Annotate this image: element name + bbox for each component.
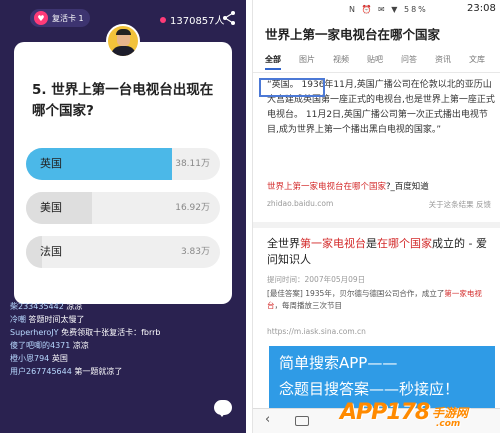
viewer-count-label: 1370857人 [170, 16, 225, 27]
divider [253, 222, 500, 228]
ad-line-2: 念题目搜答案——秒接应！ [279, 380, 460, 398]
chat-bubble-icon[interactable] [214, 400, 232, 417]
answer-option-2-label: 美国 [40, 201, 62, 214]
chat-message: SuperheroJY 免费领取十张复活卡：fbrrb [10, 328, 161, 337]
question-text: 5. 世界上第一台电视台出现在哪个国家? [32, 82, 214, 119]
answer-option-1[interactable]: 英国 38.11万 [26, 148, 220, 180]
chat-message: 用户267745644 第一题就凉了 [10, 367, 123, 376]
tab-images[interactable]: 图片 [299, 54, 315, 65]
search-app-screen: N ⏰ ✉ ▼ 58% 23:08 世界上第一家电视台在哪个国家 全部 图片 视… [252, 0, 500, 433]
watermark-main: APP178 [340, 400, 430, 425]
answer-option-3-count: 3.83万 [180, 247, 210, 257]
status-bar: N ⏰ ✉ ▼ 58% 23:08 [253, 0, 500, 20]
result-1-actions[interactable]: 关于这条结果 反馈 [429, 199, 491, 210]
chat-message: 橙小恩794 英国 [10, 354, 68, 363]
answer-highlight-box [259, 78, 325, 97]
tab-all[interactable]: 全部 [265, 54, 281, 70]
tab-tieba[interactable]: 贴吧 [367, 54, 383, 65]
status-icons: N ⏰ ✉ ▼ 58% [349, 5, 428, 14]
answer-option-3[interactable]: 法国 3.83万 [26, 236, 220, 268]
answer-option-2-count: 16.92万 [175, 203, 210, 213]
result-1-meta: zhidao.baidu.com 关于这条结果 反馈 [267, 199, 495, 210]
result-1-title[interactable]: 世界上第一家电视台在哪个国家?_百度知道 [267, 180, 429, 192]
share-icon[interactable] [221, 10, 237, 26]
chat-message: 柴233435442 凉凉 [10, 302, 83, 311]
watermark-domain: .com [436, 419, 461, 429]
watermark-logo: APP178 手游网 .com [340, 398, 500, 433]
tab-news[interactable]: 资讯 [435, 54, 451, 65]
revive-card-badge[interactable]: ♥ 复活卡 1 [30, 9, 90, 27]
live-chat: 柴233435442 凉凉 冷嘲 答题时间太慢了 SuperheroJY 免费领… [10, 300, 240, 378]
quiz-app-screen: ♥ 复活卡 1 1370857人 5. 世界上第一台电视台出现在哪个国家? 英国… [0, 0, 246, 433]
tab-library[interactable]: 文库 [469, 54, 485, 65]
question-card: 5. 世界上第一台电视台出现在哪个国家? 英国 38.11万 美国 16.92万… [14, 42, 232, 304]
result-2-date: 提问时间：2007年05月09日 [267, 275, 366, 284]
search-tabs: 全部 图片 视频 贴吧 问答 资讯 文库 [253, 54, 500, 73]
ad-line-1: 简单搜索APP—— [279, 354, 398, 372]
answer-option-1-label: 英国 [40, 157, 62, 170]
answer-option-2[interactable]: 美国 16.92万 [26, 192, 220, 224]
host-avatar [106, 24, 140, 58]
result-2-url[interactable]: https://m.iask.sina.com.cn [267, 327, 366, 336]
heart-icon: ♥ [34, 11, 48, 25]
result-2-title[interactable]: 全世界第一家电视台是在哪个国家成立的 - 爱问知识人 [267, 236, 495, 268]
chat-message: 冷嘲 答题时间太慢了 [10, 315, 85, 324]
clock: 23:08 [467, 3, 496, 14]
tab-videos[interactable]: 视频 [333, 54, 349, 65]
revive-card-label: 复活卡 1 [52, 13, 84, 23]
tab-qa[interactable]: 问答 [401, 54, 417, 65]
answer-option-1-count: 38.11万 [175, 159, 210, 169]
chat-message: 傻了吧唧的4371 凉凉 [10, 341, 89, 350]
answer-option-3-label: 法国 [40, 245, 62, 258]
live-dot-icon [160, 16, 166, 23]
keyboard-icon[interactable] [295, 416, 309, 426]
result-1-source: zhidao.baidu.com [267, 199, 334, 208]
back-icon[interactable]: ‹ [265, 412, 270, 427]
search-query-title: 世界上第一家电视台在哪个国家 [265, 27, 441, 42]
result-2-snippet: [最佳答案] 1935年，贝尔德与德国公司合作，成立了第一家电视台，每周播放三次… [267, 289, 482, 310]
viewer-count: 1370857人 [160, 12, 225, 27]
